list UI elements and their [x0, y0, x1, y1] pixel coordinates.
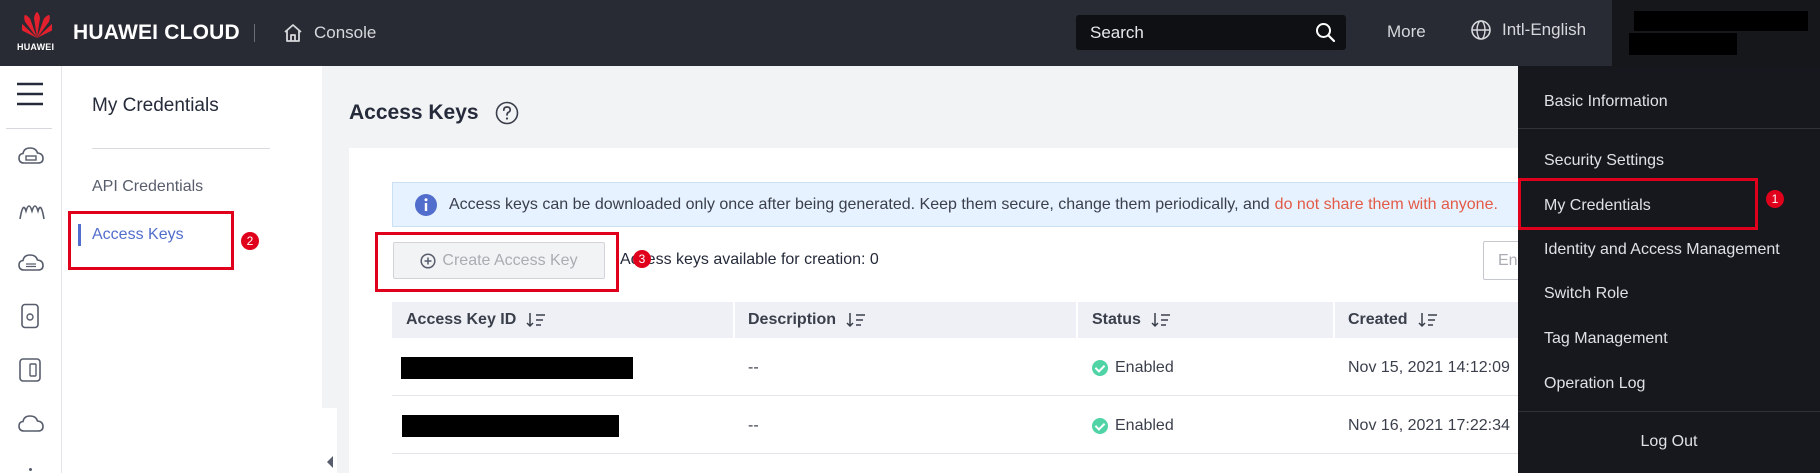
page-title: Access Keys [349, 101, 519, 125]
huawei-logo[interactable]: HUAWEI [14, 12, 60, 54]
annotation-badge-2: 2 [241, 232, 259, 250]
menu-item-basic-information[interactable]: Basic Information [1544, 93, 1668, 111]
annotation-highlight-my-credentials [1518, 178, 1758, 230]
column-label: Created [1348, 311, 1408, 328]
column-header-created[interactable]: Created [1348, 302, 1438, 338]
menu-item-operation-log[interactable]: Operation Log [1544, 375, 1645, 393]
sidebar-item-api-credentials[interactable]: API Credentials [92, 178, 203, 196]
column-divider [1076, 302, 1078, 338]
sort-icon[interactable] [1418, 312, 1438, 328]
status-text: Enabled [1115, 416, 1174, 434]
menu-item-switch-role[interactable]: Switch Role [1544, 285, 1628, 303]
description-cell: -- [748, 358, 759, 376]
search-box [1076, 15, 1346, 50]
collapse-left-icon [327, 456, 333, 468]
sidebar-collapse-toggle[interactable] [311, 408, 337, 473]
topology-icon[interactable] [18, 199, 46, 221]
brand-name[interactable]: HUAWEI CLOUD [73, 21, 240, 45]
rail-divider [6, 128, 52, 129]
sort-icon[interactable] [1151, 312, 1171, 328]
availability-text: Access keys available for creation: 0 [620, 251, 879, 268]
service-icon-rail [0, 66, 62, 473]
redacted-access-key-id [402, 414, 619, 437]
column-label: Status [1092, 311, 1141, 328]
account-dropdown-menu: Basic Information Security Settings My C… [1518, 66, 1820, 473]
menu-divider [1518, 411, 1820, 412]
status-text: Enabled [1115, 358, 1174, 376]
logo-text: HUAWEI [17, 42, 55, 52]
header-divider [254, 24, 255, 42]
cloud-server-icon[interactable] [18, 146, 44, 168]
menu-divider [1518, 128, 1820, 129]
annotation-highlight-create-button [375, 232, 619, 292]
huawei-flower-icon [22, 12, 52, 38]
logout-button[interactable]: Log Out [1518, 433, 1820, 451]
top-navigation-bar: HUAWEI HUAWEI CLOUD Console More Intl-En… [0, 0, 1820, 66]
redacted-account-id [1629, 33, 1737, 55]
status-cell: Enabled [1092, 339, 1174, 396]
column-label: Access Key ID [406, 311, 517, 328]
sidebar-title: My Credentials [92, 95, 219, 116]
redacted-account-name [1634, 11, 1808, 31]
enabled-check-icon [1092, 417, 1108, 434]
more-dots-icon[interactable] [29, 468, 32, 471]
console-link[interactable]: Console [282, 20, 376, 46]
column-label: Description [748, 311, 837, 328]
language-selector[interactable]: Intl-English [1470, 19, 1586, 41]
column-header-status[interactable]: Status [1092, 302, 1171, 338]
annotation-badge-3: 3 [633, 250, 651, 268]
page-title-text: Access Keys [349, 101, 479, 124]
sort-icon[interactable] [526, 312, 546, 328]
redacted-access-key-id [401, 356, 633, 379]
access-key-id-cell [402, 397, 619, 454]
menu-item-identity-access-management[interactable]: Identity and Access Management [1544, 241, 1780, 259]
annotation-highlight-access-keys [68, 211, 234, 270]
search-icon[interactable] [1315, 22, 1336, 43]
status-cell: Enabled [1092, 397, 1174, 454]
notice-warning: do not share them with anyone. [1274, 195, 1498, 213]
sort-icon[interactable] [846, 312, 866, 328]
database-icon[interactable] [18, 357, 42, 383]
column-divider [733, 302, 735, 338]
menu-item-security-settings[interactable]: Security Settings [1544, 152, 1664, 170]
column-header-access-key-id[interactable]: Access Key ID [406, 302, 546, 338]
language-label: Intl-English [1502, 20, 1587, 39]
account-menu-trigger[interactable] [1612, 0, 1820, 66]
cloud-storage-icon[interactable] [18, 252, 44, 274]
cloud-icon[interactable] [18, 414, 44, 434]
enabled-check-icon [1092, 359, 1108, 376]
menu-icon[interactable] [16, 82, 44, 106]
more-menu[interactable]: More [1387, 22, 1426, 42]
description-cell: -- [748, 416, 759, 434]
created-cell: Nov 15, 2021 14:12:09 [1348, 358, 1510, 376]
created-cell: Nov 16, 2021 17:22:34 [1348, 416, 1510, 434]
info-icon [415, 193, 437, 216]
device-icon[interactable] [18, 303, 42, 329]
column-header-description[interactable]: Description [748, 302, 866, 338]
access-key-id-cell [401, 339, 633, 396]
help-icon[interactable] [495, 101, 519, 125]
column-divider [1333, 302, 1335, 338]
filter-placeholder: En [1498, 252, 1518, 269]
annotation-badge-1: 1 [1766, 190, 1784, 208]
sidebar-divider [92, 148, 270, 149]
home-icon [284, 24, 302, 42]
search-input[interactable] [1090, 21, 1310, 45]
console-label: Console [314, 23, 377, 42]
globe-icon [1471, 20, 1491, 40]
notice-text: Access keys can be downloaded only once … [449, 195, 1270, 213]
menu-item-tag-management[interactable]: Tag Management [1544, 330, 1668, 348]
